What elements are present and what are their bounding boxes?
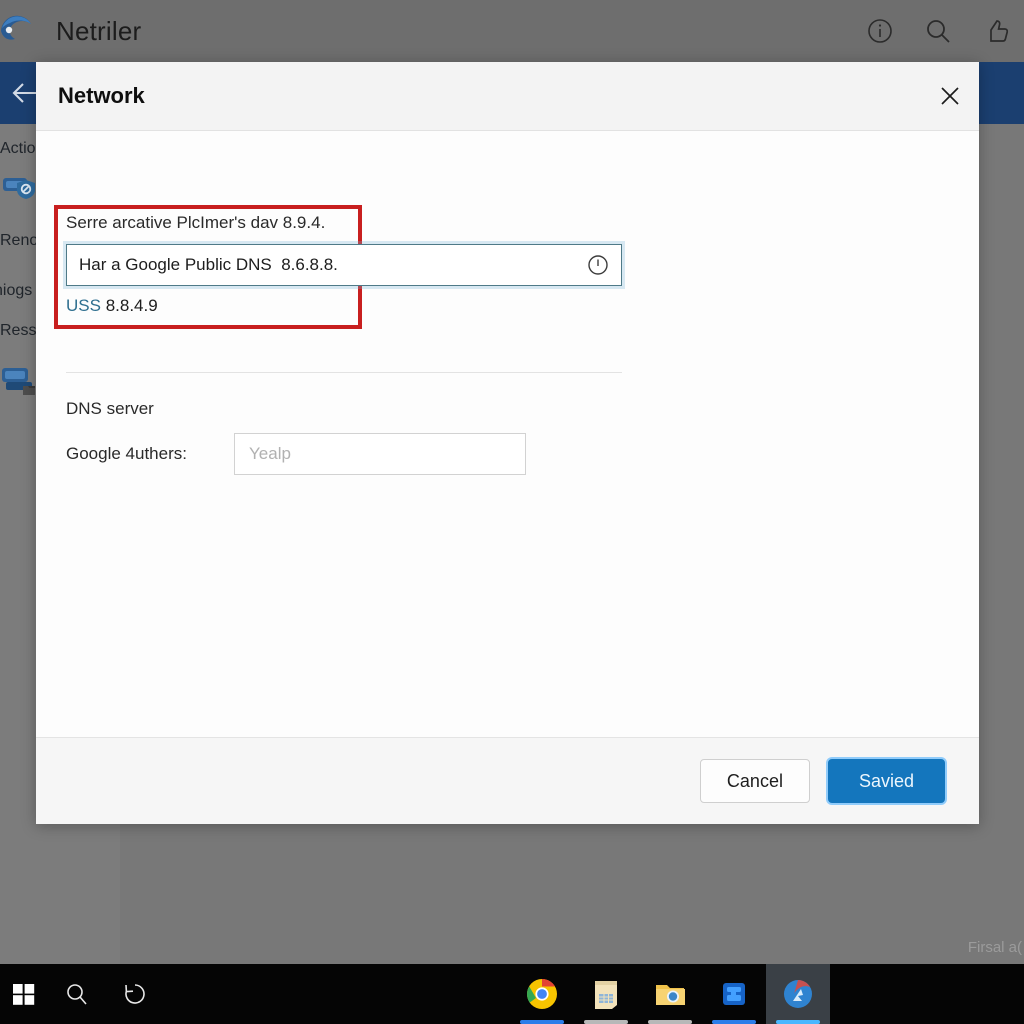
sidebar-item-label: niogs [0,282,33,299]
secondary-value: 8.8.4.9 [105,296,158,315]
sidebar-item-niogs[interactable]: niogs [0,282,32,300]
search-icon[interactable] [48,964,106,1024]
dns-field-block: Serre arcative PlcImer's dav 8.9.4. USS … [66,213,656,316]
dns-server-heading: DNS server [66,399,154,418]
sidebar-item-ressi[interactable]: Ressi [0,322,40,340]
app-title: Netriler [56,15,142,46]
task-view-icon[interactable] [106,964,164,1024]
section-divider [66,372,622,373]
sidebar-item-label: Actio [0,140,36,157]
chrome-icon[interactable] [510,964,574,1024]
desktop-status-text: Firsal a( [967,939,1022,956]
auth-row: Google 4uthers: [66,433,626,475]
sidebar-item-reno[interactable]: Reno [0,232,38,250]
alert-circle-icon[interactable] [587,254,609,276]
taskbar-app-list [510,964,830,1024]
sidebar-item-label: Reno [0,232,39,249]
info-icon[interactable] [864,15,896,47]
dialog-header: Network [36,62,979,131]
secondary-prefix: USS [66,296,101,315]
storage-app-icon[interactable] [702,964,766,1024]
dns-server-section: DNS server Google 4uthers: [66,399,626,475]
save-button[interactable]: Savied [827,759,945,803]
dns-input[interactable] [67,246,591,284]
edge-logo-icon [0,8,40,54]
dialog-title: Network [58,83,145,108]
windows-taskbar [0,964,1024,1024]
dialog-body: Serre arcative PlcImer's dav 8.9.4. USS … [36,131,979,737]
file-explorer-icon[interactable] [638,964,702,1024]
dialog-footer: Cancel Savied [36,737,979,824]
primary-label: Serre arcative PlcImer's dav 8.9.4. [66,213,326,232]
titlebar-actions [864,15,1024,47]
search-icon[interactable] [922,15,954,47]
cancel-button[interactable]: Cancel [699,759,810,803]
auth-label: Google 4uthers: [66,444,187,463]
notepad-icon[interactable] [574,964,638,1024]
windows-start-icon[interactable] [0,964,48,1024]
close-icon[interactable] [921,67,979,125]
network-dialog: Network Serre arcative PlcImer's dav 8.9… [36,62,979,824]
browser-app-icon[interactable] [766,964,830,1024]
secondary-value-line: USS 8.8.4.9 [66,296,656,316]
sidebar-item-label: Ressi [0,322,41,339]
auth-input[interactable] [234,433,526,475]
sidebar-item-actio[interactable]: Actio [0,140,36,158]
app-titlebar: Netriler [0,0,1024,62]
thumbs-up-icon[interactable] [980,15,1012,47]
dns-input-container[interactable] [66,244,622,286]
